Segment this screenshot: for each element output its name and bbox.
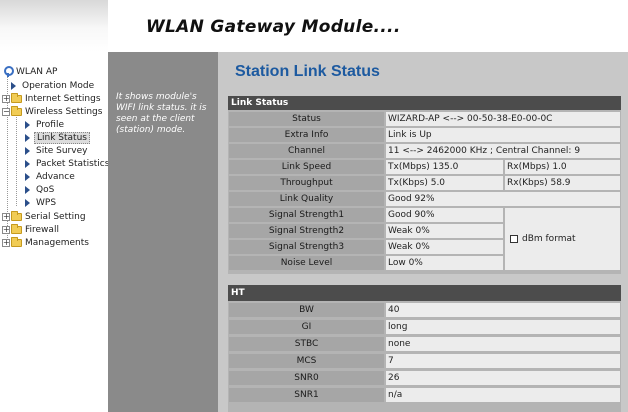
extra-info-value: Link is Up [386,128,620,142]
link-speed-rx: Rx(Mbps) 1.0 [505,160,620,174]
ht-snr1-label: SNR1 [229,388,384,402]
arrow-right-icon [25,172,30,181]
expand-plus-icon[interactable]: + [2,225,10,234]
signal-strength1-label: Signal Strength1 [229,208,384,222]
sidebar-item-site-survey[interactable]: Site Survey [25,144,87,157]
folder-icon [11,92,22,103]
signal-strength3-value: Weak 0% [386,240,503,254]
sidebar-item-firewall[interactable]: + Firewall [2,223,59,236]
channel-label: Channel [229,144,384,158]
expand-plus-icon[interactable]: + [2,238,10,247]
ht-snr1-value: n/a [386,388,620,402]
arrow-right-icon [25,198,30,207]
page-title: Station Link Status [235,63,380,80]
ht-bw-value: 40 [386,303,620,317]
logo-block [0,0,108,52]
ht-section: HT BW 40 GI long STBC none MCS 7 SNR0 26… [228,285,621,412]
link-status-section: Link Status Status WIZARD-AP <--> 00-50-… [228,96,621,274]
ht-snr0-value: 26 [386,371,620,385]
dbm-format-checkbox[interactable] [510,235,518,243]
sidebar-item-wireless-settings[interactable]: − Wireless Settings [2,105,102,118]
signal-strength2-value: Weak 0% [386,224,503,238]
description-panel: It shows module's WIFI link status. it i… [108,52,218,412]
expand-plus-icon[interactable]: + [2,94,10,103]
ht-stbc-value: none [386,337,620,351]
sidebar-item-qos[interactable]: QoS [25,183,54,196]
sidebar-item-wps[interactable]: WPS [25,196,56,209]
status-value: WIZARD-AP <--> 00-50-38-E0-00-0C [386,112,620,126]
sidebar-item-packet-statistics[interactable]: Packet Statistics [25,157,109,170]
sidebar-item-link-status[interactable]: Link Status [25,131,90,144]
link-speed-tx: Tx(Mbps) 135.0 [386,160,503,174]
app-window: WLAN Gateway Module.... WLAN AP Operatio… [0,0,628,412]
sidebar-tree: WLAN AP Operation Mode + Internet Settin… [0,52,109,412]
description-text: It shows module's WIFI link status. it i… [116,92,207,135]
access-point-icon [3,66,14,77]
sidebar-item-internet-settings[interactable]: + Internet Settings [2,92,101,105]
signal-strength1-value: Good 90% [386,208,503,222]
ht-snr0-label: SNR0 [229,371,384,385]
arrow-right-icon [11,81,16,90]
throughput-rx: Rx(Kbps) 58.9 [505,176,620,190]
arrow-right-icon [25,185,30,194]
ht-mcs-label: MCS [229,354,384,368]
dbm-format-option[interactable]: dBm format [505,208,620,270]
section-header: HT [228,285,621,301]
tree-root-wlan-ap[interactable]: WLAN AP [3,65,57,78]
section-header: Link Status [228,96,621,110]
signal-strength3-label: Signal Strength3 [229,240,384,254]
channel-value: 11 <--> 2462000 KHz ; Central Channel: 9 [386,144,620,158]
folder-open-icon [11,105,22,116]
sidebar-item-profile[interactable]: Profile [25,118,64,131]
signal-strength2-label: Signal Strength2 [229,224,384,238]
main-content: Station Link Status Link Status Status W… [218,52,628,412]
sidebar-item-serial-setting[interactable]: + Serial Setting [2,210,86,223]
folder-icon [11,236,22,247]
arrow-right-icon [25,146,30,155]
sidebar-item-advance[interactable]: Advance [25,170,75,183]
throughput-label: Throughput [229,176,384,190]
arrow-right-icon [25,133,30,142]
folder-icon [11,210,22,221]
ht-stbc-label: STBC [229,337,384,351]
dbm-format-label: dBm format [522,234,576,244]
noise-level-value: Low 0% [386,256,503,270]
sidebar-item-managements[interactable]: + Managements [2,236,89,249]
expand-plus-icon[interactable]: + [2,212,10,221]
throughput-tx: Tx(Kbps) 5.0 [386,176,503,190]
collapse-minus-icon[interactable]: − [2,107,10,116]
ht-bw-label: BW [229,303,384,317]
ht-mcs-value: 7 [386,354,620,368]
noise-level-label: Noise Level [229,256,384,270]
link-quality-value: Good 92% [386,192,620,206]
extra-info-label: Extra Info [229,128,384,142]
link-quality-label: Link Quality [229,192,384,206]
arrow-right-icon [25,120,30,129]
link-speed-label: Link Speed [229,160,384,174]
ht-gi-value: long [386,320,620,334]
header-title: WLAN Gateway Module.... [146,17,401,37]
arrow-right-icon [25,159,30,168]
folder-icon [11,223,22,234]
status-label: Status [229,112,384,126]
ht-gi-label: GI [229,320,384,334]
sidebar-item-operation-mode[interactable]: Operation Mode [11,79,94,92]
tree-connector [16,114,17,206]
